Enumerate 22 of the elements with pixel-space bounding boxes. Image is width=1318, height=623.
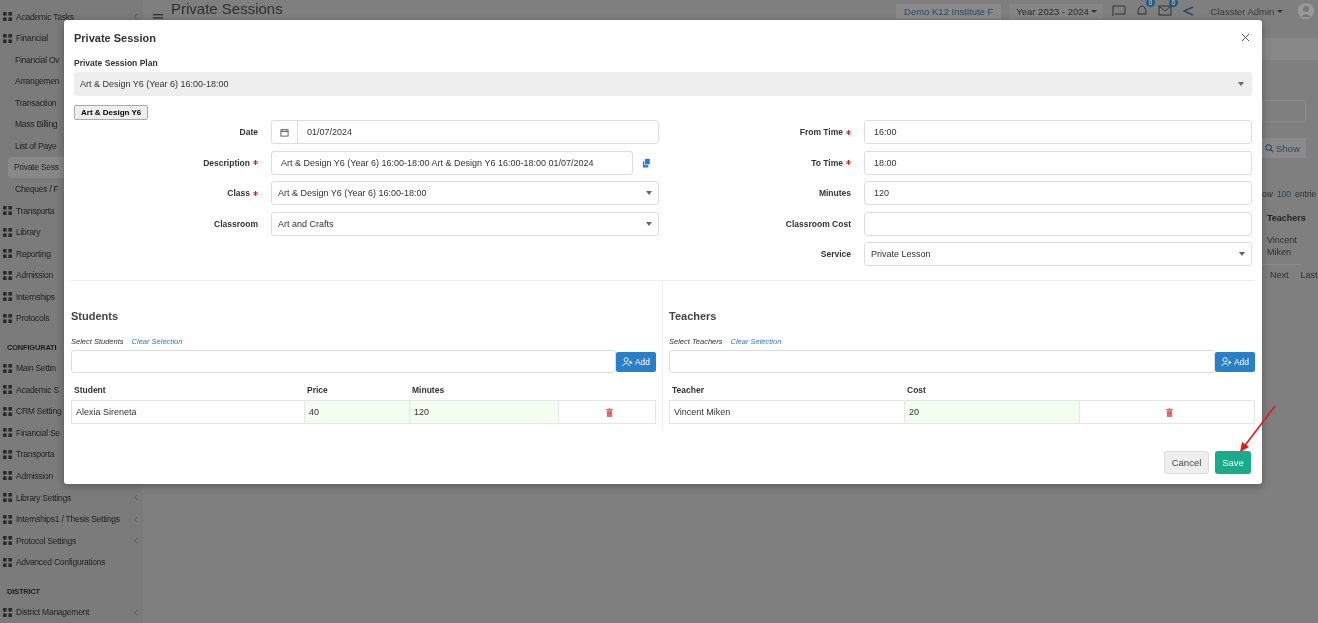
column-header: Minutes (412, 385, 446, 395)
entries-text: ow (1262, 189, 1273, 199)
field-label: Service (820, 249, 851, 259)
entries-text: entrie (1295, 189, 1317, 199)
field-label: Minutes (818, 188, 851, 198)
column-header: Teacher (672, 385, 705, 395)
page-title: Private Sessions (171, 0, 283, 18)
section-title: Teachers (669, 310, 718, 323)
column-header: Price (307, 385, 329, 395)
field-label: To Time (811, 157, 843, 168)
field-label: Description (203, 157, 250, 168)
field-label: Classroom Cost (785, 218, 851, 229)
column-header: Teachers (1266, 213, 1307, 223)
field-label: Date (239, 127, 258, 137)
section-title: Students (71, 310, 120, 323)
column-header: Cost (907, 385, 927, 395)
field-label: Class (227, 188, 250, 198)
field-label: Classroom (214, 218, 258, 229)
column-header: Student (74, 385, 107, 395)
field-label: Private Session Plan (74, 57, 159, 69)
field-label: From Time (799, 127, 843, 137)
dialog-title: Private Session (74, 31, 156, 44)
